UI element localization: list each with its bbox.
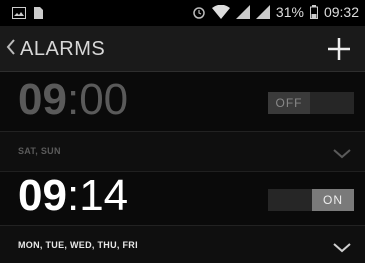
toggle-label: OFF xyxy=(268,92,310,114)
alarm-days-row[interactable]: SAT, SUN xyxy=(0,131,365,171)
alarm-separator: : xyxy=(66,171,80,220)
alarm-minute: 00 xyxy=(79,75,129,124)
chevron-left-icon[interactable] xyxy=(6,38,16,61)
alarm-minute: 14 xyxy=(79,171,129,220)
alarm-days: MON, TUE, WED, THU, FRI xyxy=(18,240,138,250)
toggle-label: ON xyxy=(312,189,354,211)
wifi-icon xyxy=(211,5,230,19)
alarm-toggle[interactable]: ON xyxy=(268,189,354,211)
plus-icon xyxy=(328,38,350,60)
status-left-icons xyxy=(12,6,43,24)
status-time: 09:32 xyxy=(323,4,359,20)
battery-icon xyxy=(309,5,318,19)
alarm-time[interactable]: 09:00 xyxy=(18,78,128,122)
chevron-down-icon[interactable] xyxy=(333,146,351,164)
status-bar: 31% 09:32 xyxy=(0,0,365,26)
alarm-clock-icon xyxy=(192,5,206,19)
alarm-hour: 09 xyxy=(18,171,67,220)
page-title: ALARMS xyxy=(20,38,106,60)
signal-icon xyxy=(255,5,270,19)
battery-text: 31% xyxy=(275,4,304,20)
signal-icon xyxy=(235,5,250,19)
alarm-days: SAT, SUN xyxy=(18,146,61,156)
add-alarm-button[interactable] xyxy=(325,35,353,63)
alarm-toggle[interactable]: OFF xyxy=(268,92,354,114)
sim-icon xyxy=(34,6,43,24)
gallery-icon xyxy=(12,6,26,24)
alarm-time[interactable]: 09:14 xyxy=(18,174,128,218)
alarm-separator: : xyxy=(66,75,80,124)
action-bar: ALARMS xyxy=(0,26,365,72)
status-right-icons: 31% 09:32 xyxy=(192,4,359,20)
chevron-down-icon[interactable] xyxy=(333,240,351,258)
alarm-days-row[interactable]: MON, TUE, WED, THU, FRI xyxy=(0,225,365,263)
alarm-hour: 09 xyxy=(18,75,67,124)
